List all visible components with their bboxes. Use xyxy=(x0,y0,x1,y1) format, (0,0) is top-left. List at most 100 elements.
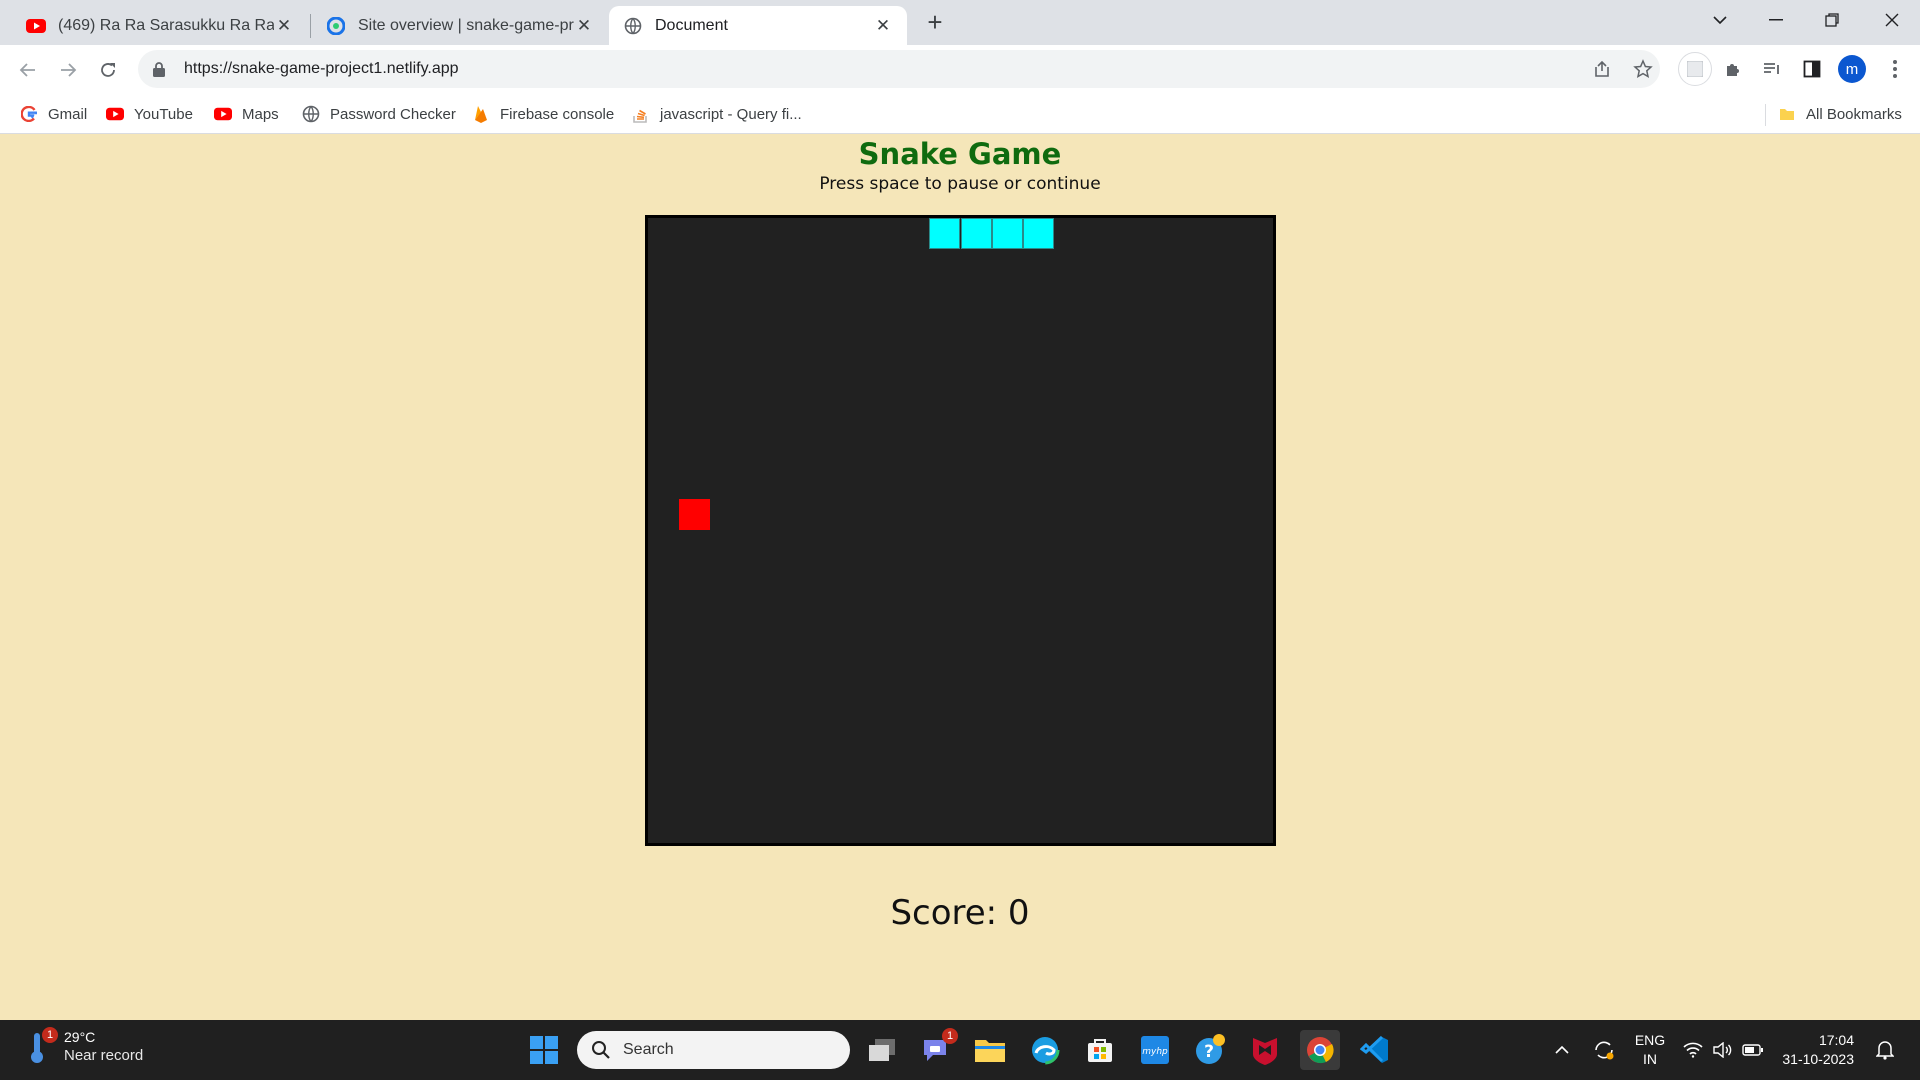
taskbar-search[interactable]: Search xyxy=(577,1031,850,1069)
bookmark-stackoverflow[interactable]: javascript - Query fi... xyxy=(632,102,802,126)
globe-icon xyxy=(623,16,643,36)
game-board[interactable] xyxy=(645,215,1276,846)
score-display: Score: 0 xyxy=(890,893,1030,933)
windows-start-icon[interactable] xyxy=(524,1030,564,1070)
tab-separator xyxy=(310,14,311,38)
language-indicator[interactable]: ENG IN xyxy=(1628,1031,1672,1069)
bookmark-label: Maps xyxy=(242,105,279,123)
youtube-icon xyxy=(214,105,232,123)
tab-strip: (469) Ra Ra Sarasukku Ra Ra - Tr ✕ Site … xyxy=(0,0,1920,45)
taskbar: 1 29°C Near record Search 1 myhp ? ENG I… xyxy=(0,1020,1920,1080)
weather-badge: 1 xyxy=(42,1027,58,1043)
address-bar[interactable]: https://snake-game-project1.netlify.app xyxy=(138,50,1660,88)
tab-document[interactable]: Document ✕ xyxy=(609,6,907,45)
mcafee-icon[interactable] xyxy=(1245,1030,1285,1070)
get-help-icon[interactable]: ? xyxy=(1190,1030,1230,1070)
game-instructions: Press space to pause or continue xyxy=(819,174,1101,194)
teams-badge: 1 xyxy=(942,1028,958,1044)
bookmarks-bar: Gmail YouTube Maps Password Checker Fire… xyxy=(0,94,1920,134)
firebase-icon xyxy=(472,105,490,123)
bookmark-maps[interactable]: Maps xyxy=(214,102,279,126)
file-explorer-icon[interactable] xyxy=(970,1030,1010,1070)
chevron-up-icon[interactable] xyxy=(1542,1030,1582,1070)
weather-condition: Near record xyxy=(64,1047,144,1064)
extension-placeholder-icon[interactable] xyxy=(1678,52,1712,86)
battery-icon[interactable] xyxy=(1738,1030,1768,1070)
svg-text:?: ? xyxy=(1204,1042,1214,1062)
menu-kebab-icon[interactable] xyxy=(1880,54,1910,84)
wifi-icon[interactable] xyxy=(1678,1030,1708,1070)
extensions-puzzle-icon[interactable] xyxy=(1718,54,1748,84)
microsoft-store-icon[interactable] xyxy=(1080,1030,1120,1070)
google-icon xyxy=(20,105,38,123)
close-window-icon[interactable] xyxy=(1864,0,1920,40)
youtube-icon xyxy=(26,16,46,36)
clock-date: 31-10-2023 xyxy=(1782,1051,1854,1067)
stackoverflow-icon xyxy=(632,105,650,123)
reload-icon[interactable] xyxy=(92,54,124,86)
tab-search-icon[interactable] xyxy=(1692,0,1748,40)
share-icon[interactable] xyxy=(1587,54,1617,84)
food-cell xyxy=(679,499,711,531)
close-icon[interactable]: ✕ xyxy=(873,16,893,36)
language-code: ENG xyxy=(1634,1032,1666,1048)
minimize-icon[interactable] xyxy=(1748,0,1804,40)
all-bookmarks[interactable]: All Bookmarks xyxy=(1778,102,1902,126)
sync-icon[interactable] xyxy=(1584,1030,1624,1070)
side-panel-icon[interactable] xyxy=(1797,54,1827,84)
bookmarks-divider xyxy=(1765,104,1766,126)
profile-avatar[interactable]: m xyxy=(1838,55,1866,83)
bookmark-label: Password Checker xyxy=(330,105,456,123)
restore-icon[interactable] xyxy=(1804,0,1860,40)
weather-widget[interactable]: 1 29°C Near record xyxy=(26,1027,144,1066)
tab-youtube[interactable]: (469) Ra Ra Sarasukku Ra Ra - Tr ✕ xyxy=(12,6,308,45)
page-content: Snake Game Press space to pause or conti… xyxy=(0,135,1920,1020)
browser-toolbar: https://snake-game-project1.netlify.app … xyxy=(0,45,1920,94)
netlify-icon xyxy=(326,16,346,36)
myhp-icon[interactable]: myhp xyxy=(1135,1030,1175,1070)
bookmark-gmail[interactable]: Gmail xyxy=(20,102,87,126)
weather-temp: 29°C xyxy=(64,1029,96,1045)
youtube-icon xyxy=(106,105,124,123)
globe-icon xyxy=(302,105,320,123)
chrome-icon[interactable] xyxy=(1300,1030,1340,1070)
clock[interactable]: 17:04 31-10-2023 xyxy=(1778,1031,1854,1069)
bookmark-youtube[interactable]: YouTube xyxy=(106,102,193,126)
star-icon[interactable] xyxy=(1628,54,1658,84)
snake-segment xyxy=(1023,218,1054,249)
snake-segment xyxy=(960,218,992,249)
bookmark-label: Firebase console xyxy=(500,105,615,123)
bookmark-label: Gmail xyxy=(48,105,88,123)
svg-text:myhp: myhp xyxy=(1142,1047,1168,1057)
volume-icon[interactable] xyxy=(1708,1030,1738,1070)
lock-icon[interactable] xyxy=(152,61,168,77)
bookmark-label: YouTube xyxy=(134,105,193,123)
bookmark-firebase[interactable]: Firebase console xyxy=(472,102,614,126)
new-tab-button[interactable]: + xyxy=(920,8,950,38)
reading-list-icon[interactable] xyxy=(1757,54,1787,84)
teams-chat-icon[interactable]: 1 xyxy=(916,1028,958,1070)
url-text[interactable]: https://snake-game-project1.netlify.app xyxy=(184,60,459,78)
clock-time: 17:04 xyxy=(1818,1032,1854,1048)
all-bookmarks-label: All Bookmarks xyxy=(1806,105,1902,123)
bookmark-label: javascript - Query fi... xyxy=(660,105,802,123)
forward-icon[interactable] xyxy=(52,54,84,86)
task-view-icon[interactable] xyxy=(862,1030,902,1070)
snake-segment xyxy=(991,218,1023,249)
page-title: Snake Game xyxy=(858,137,1062,171)
edge-browser-icon[interactable] xyxy=(1025,1030,1065,1070)
tab-title: Site overview | snake-game-proj xyxy=(358,16,574,34)
tab-netlify[interactable]: Site overview | snake-game-proj ✕ xyxy=(312,6,608,45)
close-icon[interactable]: ✕ xyxy=(574,16,594,36)
close-icon[interactable]: ✕ xyxy=(274,16,294,36)
snake-segment xyxy=(929,218,961,249)
back-icon[interactable] xyxy=(12,54,44,86)
tab-title: Document xyxy=(655,16,728,34)
thermometer-icon: 1 xyxy=(26,1027,58,1065)
notification-icon[interactable] xyxy=(1870,1030,1900,1070)
search-placeholder: Search xyxy=(623,1041,674,1058)
tab-title: (469) Ra Ra Sarasukku Ra Ra - Tr xyxy=(58,16,274,34)
vscode-icon[interactable] xyxy=(1355,1030,1395,1070)
bookmark-password-checker[interactable]: Password Checker xyxy=(302,102,456,126)
region-code: IN xyxy=(1643,1051,1657,1067)
